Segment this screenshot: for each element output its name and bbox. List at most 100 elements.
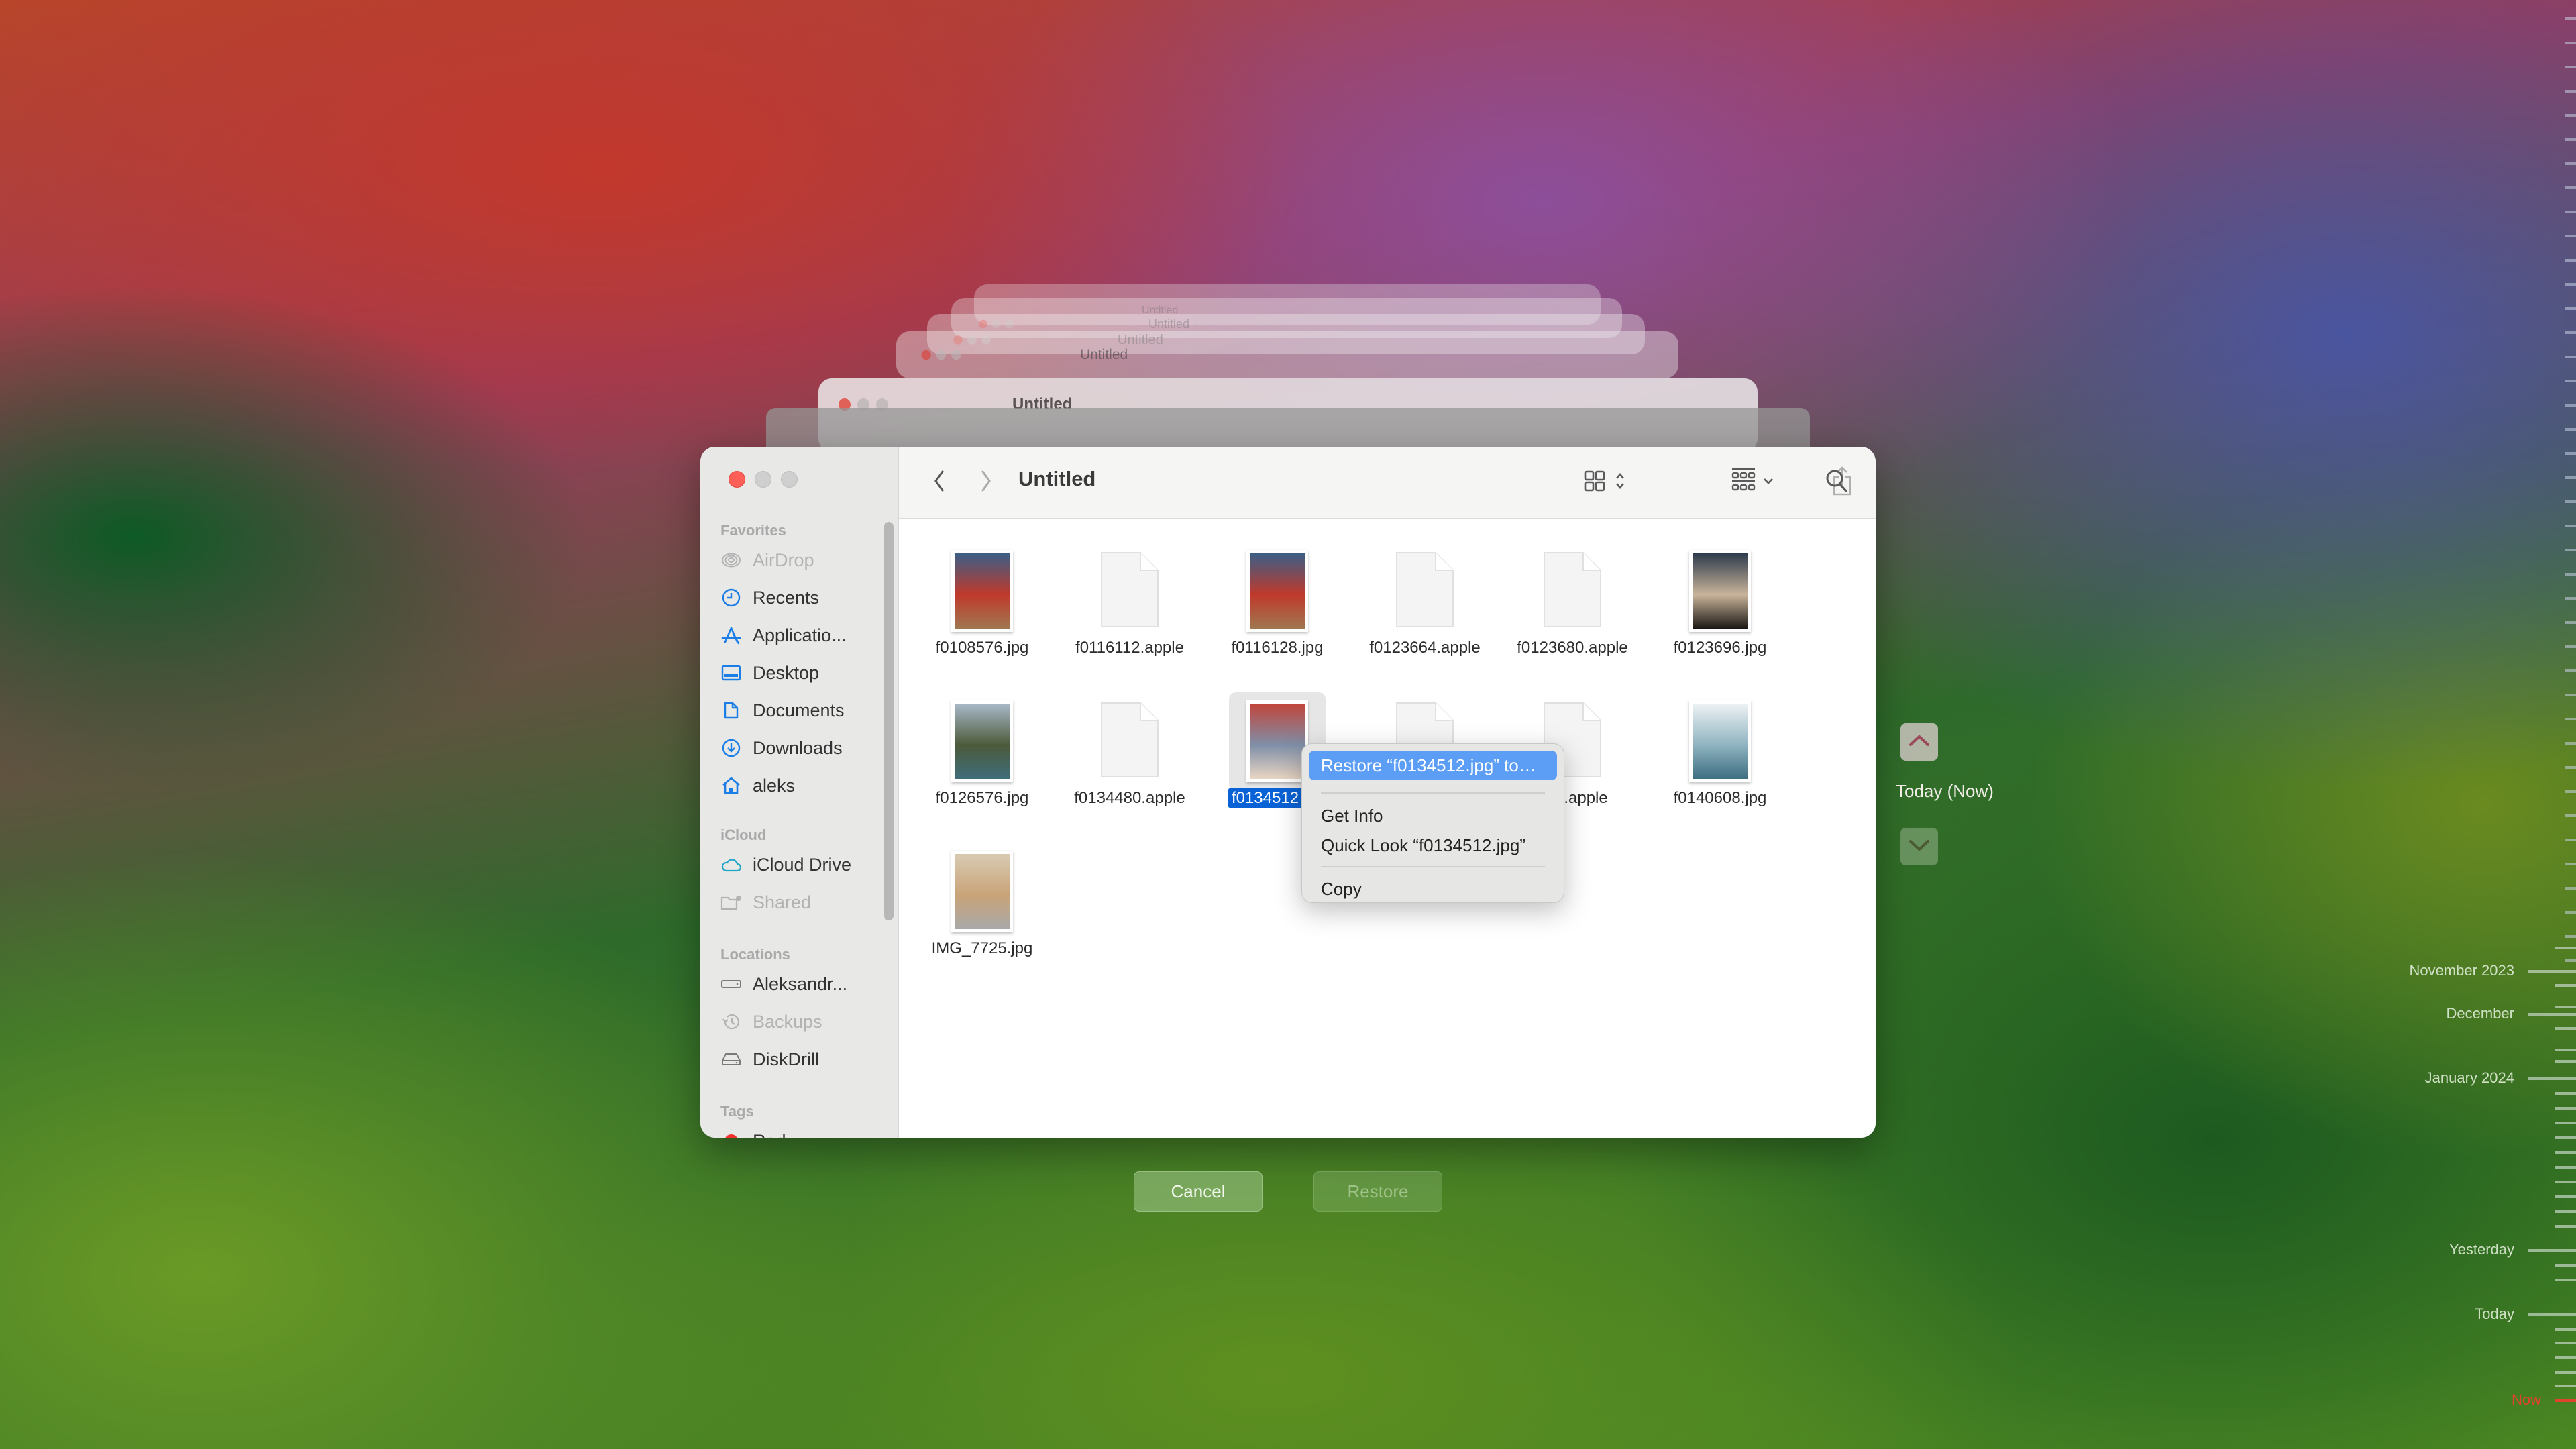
file-item[interactable]: f0108576.jpg xyxy=(908,534,1056,668)
sidebar-item-diskdrill[interactable]: DiskDrill xyxy=(719,1044,819,1075)
timeline-tick[interactable] xyxy=(2555,947,2576,949)
sidebar-item-icloud-drive[interactable]: iCloud Drive xyxy=(719,849,851,880)
timeline-tick[interactable] xyxy=(2565,476,2576,479)
timeline-tick[interactable] xyxy=(2565,935,2576,938)
timeline-tick[interactable] xyxy=(2555,1006,2576,1008)
timeline-tick[interactable] xyxy=(2555,1027,2576,1030)
timeline-major-tick[interactable] xyxy=(2528,970,2576,973)
sidebar-item-home[interactable]: aleks xyxy=(719,770,795,801)
timeline-tick[interactable] xyxy=(2565,404,2576,407)
timeline-tick[interactable] xyxy=(2555,1371,2576,1374)
timeline-label[interactable]: January 2024 xyxy=(2425,1069,2514,1087)
timeline-tick[interactable] xyxy=(2565,742,2576,745)
file-item[interactable]: f0116112.apple xyxy=(1056,534,1203,668)
view-mode-button[interactable] xyxy=(1578,466,1631,499)
timeline-major-tick[interactable] xyxy=(2528,1313,2576,1316)
menu-item-copy[interactable]: Copy xyxy=(1309,874,1557,904)
file-item[interactable]: f0123696.jpg xyxy=(1646,534,1794,668)
timeline-tick[interactable] xyxy=(2565,114,2576,117)
timeline-tick[interactable] xyxy=(2565,90,2576,93)
timeline-tick[interactable] xyxy=(2565,863,2576,865)
timeline-label[interactable]: Yesterday xyxy=(2449,1241,2514,1258)
menu-item-restore-to[interactable]: Restore “f0134512.jpg” to… xyxy=(1309,751,1557,780)
sidebar-item-shared[interactable]: Shared xyxy=(719,887,811,918)
timeline-tick[interactable] xyxy=(2565,718,2576,720)
timeline-tick[interactable] xyxy=(2565,911,2576,914)
timeline-tick[interactable] xyxy=(2565,17,2576,20)
timeline-tick[interactable] xyxy=(2555,1385,2576,1387)
earlier-button[interactable] xyxy=(1900,723,1938,761)
sidebar-item-applications[interactable]: Applicatio... xyxy=(719,620,847,651)
timeline-label[interactable]: December xyxy=(2447,1005,2514,1022)
timeline-tick[interactable] xyxy=(2565,887,2576,890)
timeline-tick[interactable] xyxy=(2565,283,2576,286)
zoom-button[interactable] xyxy=(781,471,798,488)
file-item[interactable]: f0140608.jpg xyxy=(1646,684,1794,818)
timeline-label-now[interactable]: Now xyxy=(2512,1391,2541,1409)
timeline-major-tick[interactable] xyxy=(2528,1077,2576,1080)
timeline-tick[interactable] xyxy=(2565,211,2576,213)
timeline-tick[interactable] xyxy=(2565,380,2576,382)
group-by-button[interactable] xyxy=(1725,466,1779,499)
sidebar-item-backups[interactable]: Backups xyxy=(719,1006,822,1037)
timeline-tick[interactable] xyxy=(2565,814,2576,817)
close-button[interactable] xyxy=(729,471,745,488)
restore-button[interactable]: Restore xyxy=(1313,1171,1442,1212)
timeline-tick[interactable] xyxy=(2555,1356,2576,1359)
timeline-tick[interactable] xyxy=(2565,186,2576,189)
file-item[interactable]: f0123680.apple xyxy=(1499,534,1646,668)
timeline-tick[interactable] xyxy=(2565,500,2576,503)
timeline-tick[interactable] xyxy=(2565,138,2576,141)
timeline-tick[interactable] xyxy=(2565,694,2576,696)
timeline-tick[interactable] xyxy=(2565,645,2576,648)
timeline-tick[interactable] xyxy=(2565,428,2576,431)
snapshot-window-2[interactable]: Untitled xyxy=(896,331,1678,378)
timeline-tick[interactable] xyxy=(2565,839,2576,841)
timeline-label[interactable]: November 2023 xyxy=(2409,962,2514,979)
timeline-tick[interactable] xyxy=(2565,766,2576,769)
file-item[interactable]: f0123664.apple xyxy=(1351,534,1499,668)
file-item[interactable]: f0126576.jpg xyxy=(908,684,1056,818)
forward-button[interactable] xyxy=(973,466,1000,499)
timeline-tick[interactable] xyxy=(2555,1136,2576,1139)
menu-item-quick-look[interactable]: Quick Look “f0134512.jpg” xyxy=(1309,830,1557,860)
timeline-tick[interactable] xyxy=(2565,790,2576,793)
timeline-tick[interactable] xyxy=(2555,1107,2576,1110)
timeline-tick[interactable] xyxy=(2555,1166,2576,1169)
timeline-tick[interactable] xyxy=(2555,984,2576,987)
timeline-tick[interactable] xyxy=(2565,525,2576,527)
timeline-tick[interactable] xyxy=(2565,331,2576,334)
sidebar-item-tag-red[interactable]: Red xyxy=(719,1126,786,1138)
file-item[interactable]: f0116128.jpg xyxy=(1203,534,1351,668)
timeline-tick[interactable] xyxy=(2565,597,2576,600)
timeline-tick[interactable] xyxy=(2555,1092,2576,1095)
timeline-tick[interactable] xyxy=(2565,42,2576,44)
timeline-tick[interactable] xyxy=(2565,356,2576,358)
timeline-tick[interactable] xyxy=(2565,549,2576,551)
file-item[interactable]: IMG_7725.jpg xyxy=(908,835,1056,969)
timeline-tick[interactable] xyxy=(2555,1122,2576,1124)
timeline-tick[interactable] xyxy=(2555,1279,2576,1281)
timeline-tick[interactable] xyxy=(2555,1342,2576,1344)
timeline-tick[interactable] xyxy=(2555,1151,2576,1154)
sidebar-item-documents[interactable]: Documents xyxy=(719,695,845,726)
back-button[interactable] xyxy=(926,466,953,499)
timeline-label[interactable]: Today xyxy=(2475,1305,2514,1323)
timeline-tick[interactable] xyxy=(2555,1328,2576,1331)
timeline-tick[interactable] xyxy=(2555,1049,2576,1051)
timeline-tick[interactable] xyxy=(2565,573,2576,576)
timeline-tick[interactable] xyxy=(2555,1225,2576,1228)
file-item[interactable]: f0134480.apple xyxy=(1056,684,1203,818)
sidebar-item-desktop[interactable]: Desktop xyxy=(719,657,819,688)
timeline-tick[interactable] xyxy=(2565,307,2576,310)
timeline-tick[interactable] xyxy=(2565,235,2576,237)
sidebar-item-airdrop[interactable]: AirDrop xyxy=(719,545,814,576)
minimize-button[interactable] xyxy=(755,471,771,488)
timeline-tick[interactable] xyxy=(2555,1195,2576,1198)
search-button[interactable] xyxy=(1822,466,1851,499)
timeline-major-tick[interactable] xyxy=(2528,1013,2576,1016)
timeline-tick[interactable] xyxy=(2555,1264,2576,1267)
timeline-tick[interactable] xyxy=(2565,66,2576,68)
timeline-tick[interactable] xyxy=(2565,959,2576,962)
sidebar-item-downloads[interactable]: Downloads xyxy=(719,733,843,763)
